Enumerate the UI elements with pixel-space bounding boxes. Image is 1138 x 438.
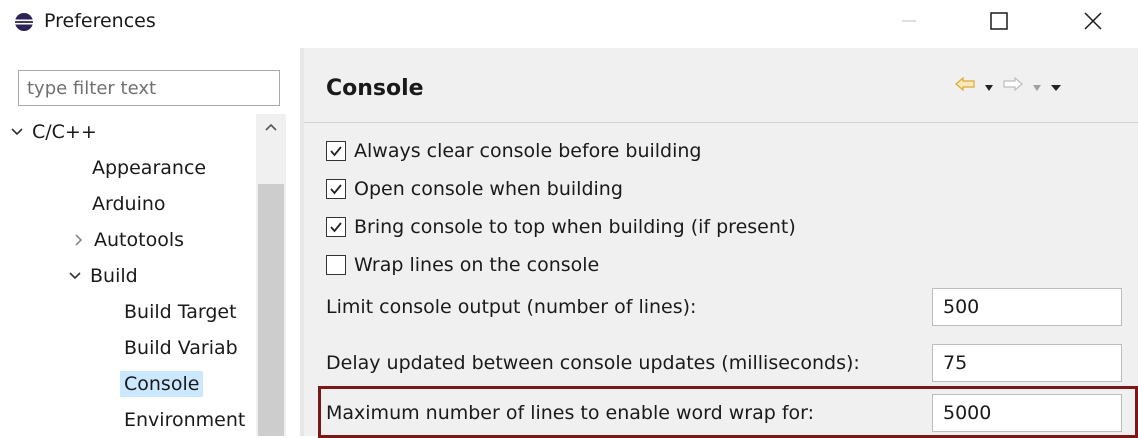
checkbox-checked-icon[interactable] bbox=[326, 141, 346, 161]
maximize-icon bbox=[989, 11, 1009, 35]
title-separator bbox=[304, 122, 1138, 123]
bring-console-to-top-checkbox[interactable]: Bring console to top when building (if p… bbox=[326, 210, 796, 244]
tree-item-label: Build bbox=[90, 265, 138, 287]
tree-item-build-target[interactable]: Build Target bbox=[124, 294, 237, 330]
checkbox-label: Open console when building bbox=[354, 178, 623, 200]
tree-item-console[interactable]: Console bbox=[120, 366, 204, 402]
back-arrow-icon[interactable] bbox=[954, 76, 976, 96]
delay-updates-input[interactable] bbox=[932, 344, 1122, 382]
view-menu-icon[interactable] bbox=[1050, 77, 1062, 96]
preferences-tree-pane: C/C++ Appearance Arduino Autotools Build… bbox=[0, 48, 292, 436]
field-label: Delay updated between console updates (m… bbox=[326, 352, 860, 374]
close-icon bbox=[1083, 11, 1103, 35]
always-clear-console-checkbox[interactable]: Always clear console before building bbox=[326, 134, 701, 168]
tree-item-build[interactable]: Build bbox=[64, 258, 138, 294]
minimize-icon bbox=[901, 13, 917, 33]
tree-item-label: Autotools bbox=[94, 229, 184, 251]
tree-item-label: Build Variab bbox=[124, 337, 238, 359]
tree-item-label: Arduino bbox=[92, 193, 166, 215]
tree-item-appearance[interactable]: Appearance bbox=[92, 150, 206, 186]
delay-updates-row: Delay updated between console updates (m… bbox=[326, 344, 1126, 382]
annotation-highlight-box bbox=[318, 386, 1138, 438]
chevron-down-icon[interactable] bbox=[6, 127, 28, 137]
open-console-checkbox[interactable]: Open console when building bbox=[326, 172, 623, 206]
tree-scrollbar[interactable] bbox=[256, 114, 286, 436]
maximize-button[interactable] bbox=[976, 6, 1022, 40]
scrollbar-thumb[interactable] bbox=[258, 184, 284, 436]
chevron-down-icon[interactable] bbox=[64, 271, 86, 281]
minimize-button[interactable] bbox=[886, 6, 932, 40]
console-preference-page: Console Always clear console before buil… bbox=[304, 48, 1138, 438]
window-title: Preferences bbox=[44, 10, 156, 32]
tree-item-environment[interactable]: Environment bbox=[124, 402, 245, 436]
chevron-right-icon[interactable] bbox=[68, 233, 90, 247]
tree-item-label: Appearance bbox=[92, 157, 207, 179]
limit-console-output-input[interactable] bbox=[932, 288, 1122, 326]
filter-input[interactable] bbox=[18, 70, 280, 106]
tree-item-label: Environment bbox=[124, 409, 246, 431]
field-label: Limit console output (number of lines): bbox=[326, 296, 697, 318]
eclipse-icon bbox=[14, 12, 34, 32]
wrap-lines-checkbox[interactable]: Wrap lines on the console bbox=[326, 248, 599, 282]
history-navigation bbox=[954, 76, 1062, 96]
checkbox-label: Always clear console before building bbox=[354, 140, 702, 162]
tree-item-label: Build Target bbox=[124, 301, 237, 323]
close-button[interactable] bbox=[1070, 6, 1116, 40]
tree-item-autotools[interactable]: Autotools bbox=[68, 222, 184, 258]
checkbox-checked-icon[interactable] bbox=[326, 179, 346, 199]
checkbox-checked-icon[interactable] bbox=[326, 217, 346, 237]
forward-dropdown-icon[interactable] bbox=[1032, 77, 1042, 96]
tree-item-label: Console bbox=[120, 371, 204, 397]
checkbox-label: Bring console to top when building (if p… bbox=[354, 216, 796, 238]
tree-item-label: C/C++ bbox=[32, 121, 97, 143]
scroll-up-arrow-icon[interactable] bbox=[262, 118, 280, 136]
forward-arrow-icon[interactable] bbox=[1002, 76, 1024, 96]
checkbox-label: Wrap lines on the console bbox=[354, 254, 600, 276]
back-dropdown-icon[interactable] bbox=[984, 77, 994, 96]
checkbox-unchecked-icon[interactable] bbox=[326, 255, 346, 275]
page-title: Console bbox=[326, 76, 424, 101]
title-bar: Preferences bbox=[0, 0, 1138, 48]
tree-item-build-variables[interactable]: Build Variab bbox=[124, 330, 238, 366]
tree-item-arduino[interactable]: Arduino bbox=[92, 186, 166, 222]
limit-console-output-row: Limit console output (number of lines): bbox=[326, 288, 1126, 326]
tree-item-cpp[interactable]: C/C++ bbox=[6, 114, 97, 150]
